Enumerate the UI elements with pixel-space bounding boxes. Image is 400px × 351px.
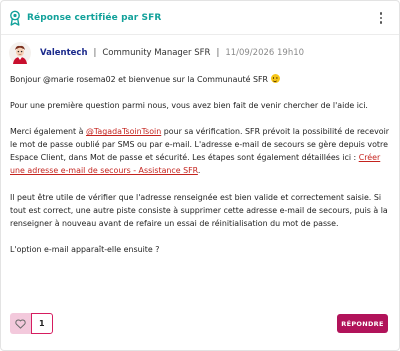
thanks-end: .	[197, 166, 201, 176]
heart-icon	[15, 318, 26, 329]
like-group: 1	[10, 313, 53, 334]
date-separator: |	[216, 48, 220, 58]
author-separator: |	[93, 48, 97, 58]
paragraph-question: L'option e-mail apparaît-elle ensuite ?	[10, 244, 160, 254]
header-divider	[1, 34, 399, 35]
author-name-link[interactable]: Valentech	[40, 48, 88, 58]
paragraph-thanks: Merci également à @TagadaTsoinTsoin pour…	[10, 125, 394, 177]
paragraph-welcome: Pour une première question parmi nous, v…	[10, 101, 368, 111]
smiling-face-icon	[270, 74, 280, 83]
greeting-text: Bonjour @marie rosema02 et bienvenue sur…	[10, 75, 268, 84]
paragraph-greeting: Bonjour @marie rosema02 et bienvenue sur…	[10, 73, 394, 86]
user-mention-link[interactable]: @TagadaTsoinTsoin	[86, 127, 161, 136]
certified-answer-label: Réponse certifiée par SFR	[27, 13, 162, 23]
reply-button[interactable]: RÉPONDRE	[337, 314, 388, 333]
post-body: Bonjour @marie rosema02 et bienvenue sur…	[10, 73, 394, 269]
more-vertical-icon[interactable]	[377, 10, 385, 26]
certified-ribbon-icon	[9, 10, 21, 26]
like-button[interactable]	[10, 313, 31, 334]
avatar[interactable]	[9, 42, 31, 64]
author-role: Community Manager SFR	[102, 48, 211, 58]
thanks-intro: Merci également à	[10, 127, 87, 137]
post-date: 11/09/2026 19h10	[225, 48, 305, 58]
certified-answer-badge: Réponse certifiée par SFR	[9, 10, 161, 26]
author-row: Valentech | Community Manager SFR | 11/0…	[9, 41, 304, 65]
like-count[interactable]: 1	[31, 313, 53, 334]
paragraph-advice: Il peut être utile de vérifier que l'adr…	[10, 192, 388, 228]
solution-post-card: Réponse certifiée par SFR Valentech | Co…	[0, 0, 400, 351]
